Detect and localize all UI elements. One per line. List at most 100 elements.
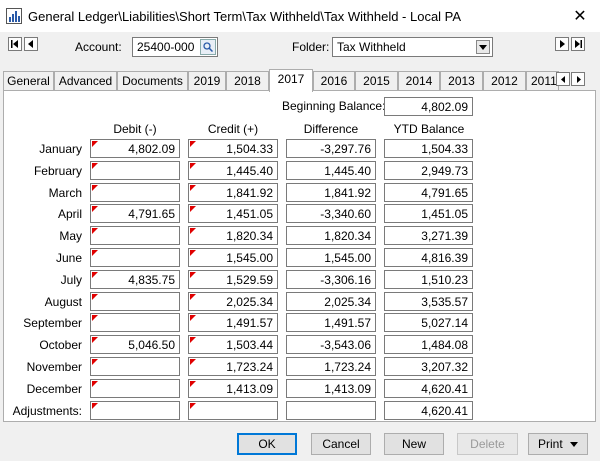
debit-cell[interactable] xyxy=(90,379,180,398)
credit-cell[interactable]: 1,445.40 xyxy=(188,161,278,180)
row-label: August xyxy=(44,295,82,309)
triangle-left-icon xyxy=(560,75,565,83)
row-label: February xyxy=(33,164,82,178)
title-bar: General Ledger\Liabilities\Short Term\Ta… xyxy=(0,0,600,32)
tab-scroll-left-button[interactable] xyxy=(556,72,570,86)
row-label: July xyxy=(60,273,82,287)
ok-button[interactable]: OK xyxy=(237,433,297,455)
ytd-balance-cell: 2,949.73 xyxy=(384,161,473,180)
ytd-balance-cell: 3,535.57 xyxy=(384,292,473,311)
print-button[interactable]: Print xyxy=(528,433,588,455)
credit-cell[interactable] xyxy=(188,401,278,420)
ledger-panel: Beginning Balance: 4,802.09 Debit (-) Cr… xyxy=(3,90,596,422)
tab-2017[interactable]: 2017 xyxy=(269,69,313,92)
ytd-balance-cell: 4,620.41 xyxy=(384,379,473,398)
ytd-balance-cell: 5,027.14 xyxy=(384,313,473,332)
cancel-button[interactable]: Cancel xyxy=(311,433,371,455)
debit-cell[interactable] xyxy=(90,248,180,267)
credit-cell[interactable]: 1,503.44 xyxy=(188,335,278,354)
difference-cell: -3,297.76 xyxy=(286,139,376,158)
debit-cell[interactable] xyxy=(90,357,180,376)
folder-dropdown-button[interactable] xyxy=(476,40,490,54)
debit-cell[interactable] xyxy=(90,226,180,245)
tab-documents[interactable]: Documents xyxy=(117,71,188,91)
debit-cell[interactable]: 5,046.50 xyxy=(90,335,180,354)
folder-select[interactable]: Tax Withheld xyxy=(332,37,493,57)
ytd-balance-column-header: YTD Balance xyxy=(393,122,465,136)
ytd-balance-cell: 3,271.39 xyxy=(384,226,473,245)
account-value: 25400-000 xyxy=(137,40,195,54)
account-label: Account: xyxy=(75,40,122,54)
debit-cell[interactable] xyxy=(90,161,180,180)
tab-2012[interactable]: 2012 xyxy=(483,71,526,91)
ytd-balance-cell: 1,484.08 xyxy=(384,335,473,354)
difference-cell: -3,543.06 xyxy=(286,335,376,354)
difference-column-header: Difference xyxy=(303,122,359,136)
difference-cell xyxy=(286,401,376,420)
debit-cell[interactable] xyxy=(90,183,180,202)
row-label: December xyxy=(26,382,82,396)
difference-cell: -3,306.16 xyxy=(286,270,376,289)
credit-cell[interactable]: 1,504.33 xyxy=(188,139,278,158)
next-record-button[interactable] xyxy=(555,37,569,51)
row-label: November xyxy=(26,360,82,374)
difference-cell: 1,841.92 xyxy=(286,183,376,202)
tab-general[interactable]: General xyxy=(3,71,54,91)
row-label: May xyxy=(59,229,82,243)
tab-2019[interactable]: 2019 xyxy=(188,71,226,91)
credit-cell[interactable]: 1,413.09 xyxy=(188,379,278,398)
tab-2013[interactable]: 2013 xyxy=(440,71,483,91)
tab-2011[interactable]: 2011 xyxy=(526,71,559,91)
tab-2018[interactable]: 2018 xyxy=(226,71,269,91)
debit-column-header: Debit (-) xyxy=(113,122,157,136)
credit-cell[interactable]: 1,529.59 xyxy=(188,270,278,289)
search-icon xyxy=(203,42,213,52)
print-button-label: Print xyxy=(537,437,563,451)
debit-cell[interactable] xyxy=(90,401,180,420)
tab-scroll-right-button[interactable] xyxy=(571,72,585,86)
tab-2014[interactable]: 2014 xyxy=(398,71,440,91)
difference-cell: 1,545.00 xyxy=(286,248,376,267)
difference-cell: 1,413.09 xyxy=(286,379,376,398)
last-record-button[interactable] xyxy=(571,37,585,51)
debit-cell[interactable]: 4,802.09 xyxy=(90,139,180,158)
skip-first-icon xyxy=(11,40,18,48)
debit-cell[interactable] xyxy=(90,292,180,311)
credit-cell[interactable]: 2,025.34 xyxy=(188,292,278,311)
chevron-down-icon xyxy=(479,44,487,50)
credit-cell[interactable]: 1,451.05 xyxy=(188,204,278,223)
credit-cell[interactable]: 1,545.00 xyxy=(188,248,278,267)
first-record-button[interactable] xyxy=(8,37,22,51)
difference-cell: -3,340.60 xyxy=(286,204,376,223)
ledger-app-icon xyxy=(6,8,22,24)
ytd-balance-cell: 3,207.32 xyxy=(384,357,473,376)
ytd-balance-cell: 4,816.39 xyxy=(384,248,473,267)
ytd-balance-cell: 4,791.65 xyxy=(384,183,473,202)
close-icon[interactable]: ✕ xyxy=(570,6,590,26)
chevron-down-icon xyxy=(570,442,579,448)
ytd-balance-cell: 1,451.05 xyxy=(384,204,473,223)
delete-button[interactable]: Delete xyxy=(457,433,518,455)
credit-cell[interactable]: 1,723.24 xyxy=(188,357,278,376)
row-label: June xyxy=(55,251,82,265)
row-label: October xyxy=(39,338,82,352)
toolbar: Account: 25400-000 Folder: Tax Withheld xyxy=(0,35,600,63)
window-title: General Ledger\Liabilities\Short Term\Ta… xyxy=(28,8,462,24)
credit-cell[interactable]: 1,841.92 xyxy=(188,183,278,202)
folder-label: Folder: xyxy=(292,40,330,54)
difference-cell: 2,025.34 xyxy=(286,292,376,311)
debit-cell[interactable]: 4,791.65 xyxy=(90,204,180,223)
account-lookup-button[interactable] xyxy=(200,39,216,55)
tab-advanced[interactable]: Advanced xyxy=(54,71,117,91)
credit-cell[interactable]: 1,491.57 xyxy=(188,313,278,332)
beginning-balance-value: 4,802.09 xyxy=(384,97,473,116)
tab-2016[interactable]: 2016 xyxy=(313,71,355,91)
account-field[interactable]: 25400-000 xyxy=(132,37,218,57)
debit-cell[interactable]: 4,835.75 xyxy=(90,270,180,289)
tab-2015[interactable]: 2015 xyxy=(355,71,398,91)
previous-record-button[interactable] xyxy=(24,37,38,51)
new-button[interactable]: New xyxy=(384,433,444,455)
credit-cell[interactable]: 1,820.34 xyxy=(188,226,278,245)
row-label: April xyxy=(57,207,82,221)
debit-cell[interactable] xyxy=(90,313,180,332)
